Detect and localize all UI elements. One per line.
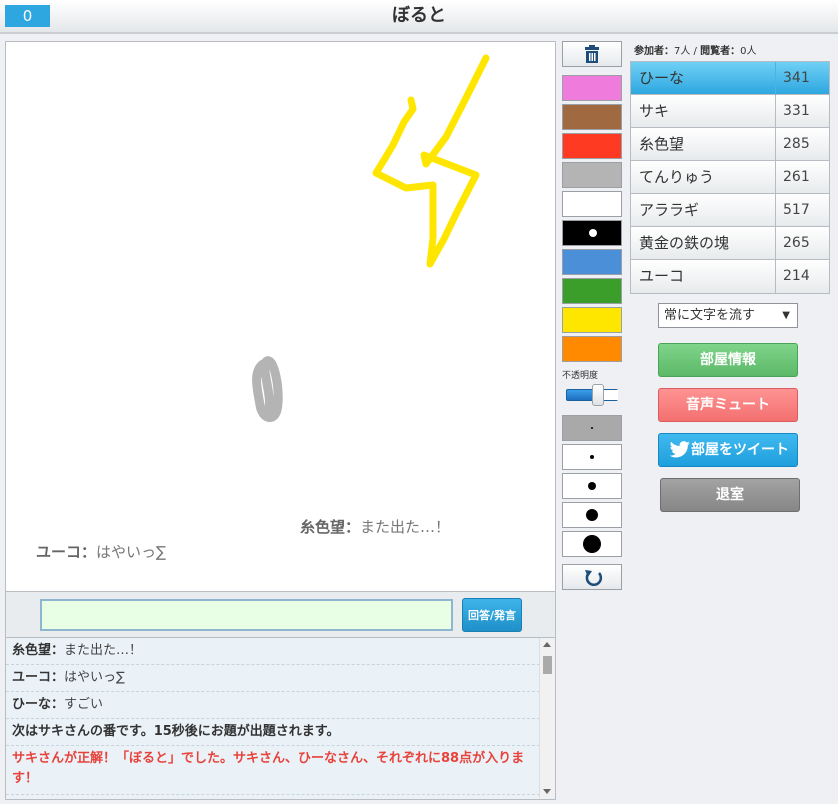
viewers-label: 閲覧者： — [700, 46, 741, 57]
player-row: 糸色望 285 — [631, 128, 829, 161]
color-swatch-gray[interactable] — [562, 162, 622, 188]
player-row: てんりゅう 261 — [631, 161, 829, 194]
opacity-slider-handle[interactable] — [592, 384, 604, 406]
color-swatch-black[interactable] — [562, 220, 622, 246]
canvas-chat-message: 糸色望：また出た…！ — [300, 516, 450, 537]
undo-icon — [585, 570, 603, 587]
player-name: ユーコ — [639, 267, 685, 285]
color-swatch-pink[interactable] — [562, 75, 622, 101]
log-scrollbar[interactable] — [539, 638, 555, 798]
mute-sound-button[interactable]: 音声ミュート — [658, 388, 798, 422]
player-name: 黄金の鉄の塊 — [639, 234, 730, 252]
log-text: また出た…！ — [64, 643, 143, 658]
pen-size-extra-large[interactable] — [562, 531, 622, 557]
text-flow-select[interactable]: 常に文字を流す ▼ — [658, 303, 798, 328]
clear-canvas-button[interactable] — [562, 41, 622, 67]
player-name: てんりゅう — [639, 168, 715, 186]
canvas-chat-message: ユーコ：はやいっ∑ — [36, 541, 166, 562]
room-info-button[interactable]: 部屋情報 — [658, 343, 798, 377]
color-swatch-red[interactable] — [562, 133, 622, 159]
player-score: 285 — [775, 128, 831, 161]
pen-dot-icon — [588, 482, 596, 490]
trash-icon — [585, 45, 599, 63]
log-line-correct: サキさんが正解！「ぼると」でした。サキさん、ひーなさん、それぞれに88点が入りま… — [6, 746, 540, 795]
pen-size-small[interactable] — [562, 444, 622, 470]
canvas-chat-name: ユーコ： — [36, 543, 97, 561]
player-score: 331 — [775, 95, 831, 128]
gray-stroke — [252, 356, 283, 422]
chat-log: 糸色望：また出た…！ ユーコ：はやいっ∑ ひーな：すごい 次はサキさんの番です。… — [5, 638, 556, 800]
tweet-room-label: 部屋をツイート — [691, 442, 789, 458]
top-bar: 0 ぼると — [0, 0, 838, 34]
pen-dot-icon — [583, 535, 601, 553]
pen-dot-icon — [590, 455, 594, 459]
player-name: サキ — [639, 102, 670, 120]
opacity-label: 不透明度 — [562, 371, 599, 381]
input-bar: 回答/発言 — [5, 592, 556, 638]
drawing-canvas[interactable]: 糸色望：また出た…！ ユーコ：はやいっ∑ — [5, 41, 556, 592]
log-text: すごい — [64, 697, 104, 712]
scroll-thumb[interactable] — [543, 656, 552, 674]
color-swatch-blue[interactable] — [562, 249, 622, 275]
player-score: 517 — [775, 194, 831, 227]
player-name: ひーな — [639, 69, 685, 87]
player-score: 214 — [775, 260, 831, 293]
caret-down-icon: ▼ — [782, 310, 790, 321]
viewers-count: 0人 — [740, 46, 757, 57]
color-swatch-brown[interactable] — [562, 104, 622, 130]
log-line: 糸色望：また出た…！ — [6, 638, 540, 665]
player-name: アララギ — [639, 201, 700, 219]
player-row: ひーな 341 — [631, 62, 829, 95]
page-title: ぼると — [392, 5, 446, 26]
participants-info: 参加者：7人 / 閲覧者：0人 — [634, 42, 756, 57]
answer-input[interactable] — [40, 599, 453, 631]
log-line: ひーな：すごい — [6, 692, 540, 719]
log-name: 糸色望： — [12, 643, 65, 658]
log-text: はやいっ∑ — [64, 670, 125, 685]
color-swatch-yellow[interactable] — [562, 307, 622, 333]
opacity-slider[interactable] — [566, 384, 620, 406]
log-line-system: 次はサキさんの番です。15秒後にお題が出題されます。 — [6, 719, 540, 746]
canvas-chat-text: はやいっ∑ — [96, 543, 167, 561]
player-row: 黄金の鉄の塊 265 — [631, 227, 829, 260]
exit-room-button[interactable]: 退室 — [660, 478, 800, 512]
color-swatch-green[interactable] — [562, 278, 622, 304]
tweet-room-button[interactable]: 部屋をツイート — [658, 433, 798, 467]
twitter-bird-icon — [669, 441, 690, 458]
log-line: ユーコ：はやいっ∑ — [6, 665, 540, 692]
undo-button[interactable] — [562, 564, 622, 590]
canvas-chat-text: また出た…！ — [360, 518, 451, 536]
player-score: 261 — [775, 161, 831, 194]
scroll-down-icon[interactable] — [543, 789, 551, 794]
pen-dot-icon — [586, 509, 598, 521]
scroll-up-icon[interactable] — [543, 642, 551, 647]
pen-dot-icon — [591, 427, 593, 429]
participants-label: 参加者： — [634, 46, 674, 57]
text-flow-selected: 常に文字を流す — [664, 308, 756, 323]
player-score: 265 — [775, 227, 831, 260]
participants-count: 7人 — [674, 46, 691, 57]
log-name: ユーコ： — [12, 670, 65, 685]
answer-button[interactable]: 回答/発言 — [462, 598, 522, 632]
participants-separator: / — [690, 46, 701, 57]
drawing-strokes — [252, 54, 490, 422]
pen-size-extra-small[interactable] — [562, 415, 622, 441]
yellow-stroke — [372, 54, 490, 268]
canvas-chat-name: 糸色望： — [300, 518, 361, 536]
pen-size-large[interactable] — [562, 502, 622, 528]
log-name: ひーな： — [12, 697, 65, 712]
selected-indicator-icon — [589, 229, 597, 237]
player-row: ユーコ 214 — [631, 260, 829, 293]
player-name: 糸色望 — [639, 135, 685, 153]
player-row: アララギ 517 — [631, 194, 829, 227]
color-swatch-white[interactable] — [562, 191, 622, 217]
pen-size-medium[interactable] — [562, 473, 622, 499]
player-score: 341 — [775, 62, 831, 95]
color-swatch-orange[interactable] — [562, 336, 622, 362]
player-list: ひーな 341 サキ 331 糸色望 285 てんりゅう 261 アララギ 517 黄金の… — [630, 61, 830, 294]
player-row: サキ 331 — [631, 95, 829, 128]
